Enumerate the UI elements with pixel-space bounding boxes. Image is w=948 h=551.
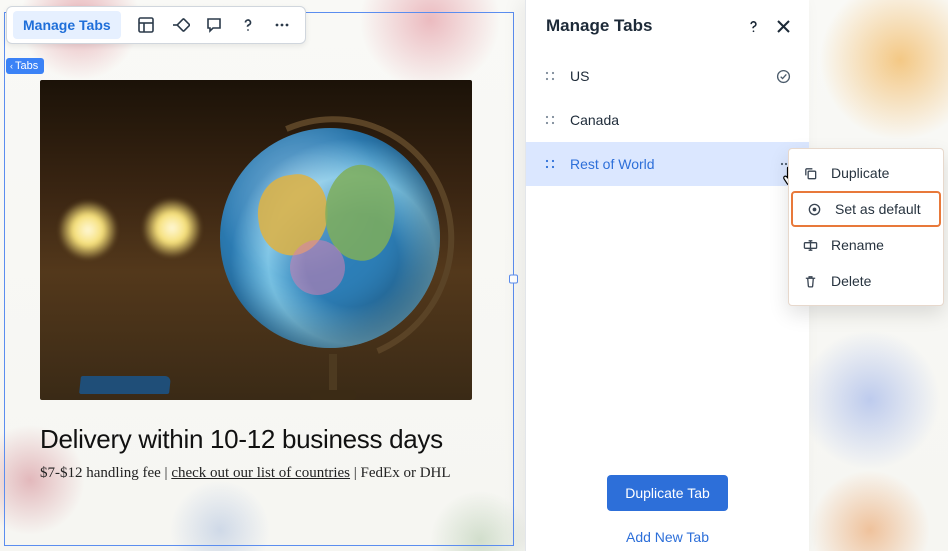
more-icon[interactable]	[265, 10, 299, 40]
editor-toolbar: Manage Tabs	[6, 6, 306, 44]
tab-list: US Canada Rest of World	[526, 54, 809, 186]
subline-seg-3: | FedEx or DHL	[350, 465, 451, 481]
panel-header: Manage Tabs	[526, 0, 809, 54]
ctx-rename[interactable]: Rename	[789, 227, 943, 263]
subline-text: $7-$12 handling fee | check out our list…	[40, 465, 478, 482]
headline-text: Delivery within 10-12 business days	[40, 424, 478, 455]
panel-title: Manage Tabs	[546, 16, 652, 36]
ctx-label: Set as default	[835, 201, 921, 217]
tab-row-rest-of-world[interactable]: Rest of World	[526, 142, 809, 186]
ctx-delete[interactable]: Delete	[789, 263, 943, 299]
rename-icon	[803, 238, 819, 253]
hero-image-globe	[40, 80, 472, 400]
countries-link[interactable]: check out our list of countries	[171, 465, 350, 481]
ctx-duplicate[interactable]: Duplicate	[789, 155, 943, 191]
ctx-label: Rename	[831, 237, 884, 253]
target-icon	[807, 202, 823, 217]
ctx-label: Duplicate	[831, 165, 889, 181]
ctx-label: Delete	[831, 273, 871, 289]
manage-tabs-button[interactable]: Manage Tabs	[13, 11, 121, 39]
trash-icon	[803, 274, 819, 289]
tab-row-us[interactable]: US	[526, 54, 809, 98]
comment-icon[interactable]	[197, 10, 231, 40]
help-icon[interactable]	[231, 10, 265, 40]
add-new-tab-button[interactable]: Add New Tab	[618, 523, 717, 551]
drag-handle-icon[interactable]	[544, 114, 558, 126]
panel-actions: Duplicate Tab Add New Tab	[526, 465, 809, 551]
animation-icon[interactable]	[163, 10, 197, 40]
subline-seg-1: $7-$12 handling fee |	[40, 465, 171, 481]
drag-handle-icon[interactable]	[544, 158, 558, 170]
tab-context-menu: Duplicate Set as default Rename Delete	[788, 148, 944, 306]
tab-label: US	[570, 68, 764, 84]
panel-close-icon[interactable]	[776, 19, 791, 34]
component-tag-tabs[interactable]: ‹ Tabs	[6, 58, 44, 74]
ctx-set-default[interactable]: Set as default	[791, 191, 941, 227]
drag-handle-icon[interactable]	[544, 70, 558, 82]
tab-label: Rest of World	[570, 156, 767, 172]
duplicate-icon	[803, 166, 819, 181]
default-check-icon	[776, 69, 791, 84]
panel-help-icon[interactable]	[745, 18, 762, 35]
component-tag-label: Tabs	[15, 60, 38, 72]
tab-row-canada[interactable]: Canada	[526, 98, 809, 142]
layout-icon[interactable]	[129, 10, 163, 40]
tab-content: Delivery within 10-12 business days $7-$…	[4, 12, 514, 546]
manage-tabs-panel: Manage Tabs US Canada	[525, 0, 809, 551]
tab-label: Canada	[570, 112, 791, 128]
duplicate-tab-button[interactable]: Duplicate Tab	[607, 475, 728, 511]
chevron-left-icon: ‹	[10, 61, 13, 71]
